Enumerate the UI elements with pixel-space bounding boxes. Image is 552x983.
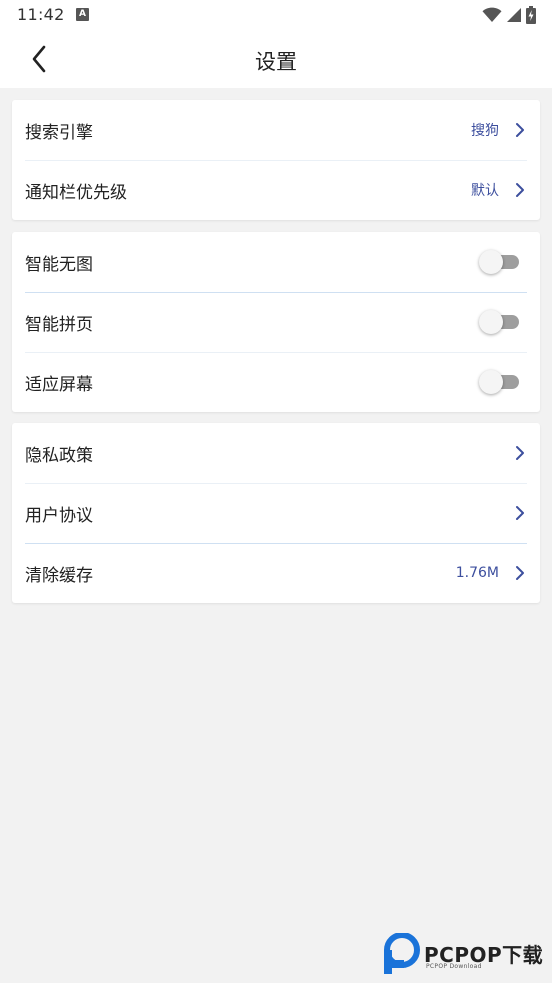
wifi-icon xyxy=(482,7,502,22)
pcpop-logo-icon xyxy=(384,933,420,974)
status-time: 11:42 xyxy=(17,5,65,24)
notification-a-icon: A xyxy=(76,8,89,21)
privacy-policy-row[interactable]: 隐私政策 xyxy=(12,423,540,483)
chevron-right-icon xyxy=(513,445,527,461)
status-bar: 11:42 A xyxy=(0,0,552,30)
smart-no-image-row: 智能无图 xyxy=(12,232,540,292)
app-bar: 设置 xyxy=(0,30,552,88)
settings-group-display: 智能无图 智能拼页 适应屏幕 xyxy=(12,232,540,412)
row-label: 适应屏幕 xyxy=(25,374,93,395)
smart-page-merge-row: 智能拼页 xyxy=(12,292,540,352)
row-value: 搜狗 xyxy=(471,123,499,139)
fit-screen-row: 适应屏幕 xyxy=(12,352,540,412)
row-label: 清除缓存 xyxy=(25,565,93,586)
row-label: 隐私政策 xyxy=(25,445,93,466)
pcpop-watermark: PCPOP下载 PCPOP Download xyxy=(382,933,550,975)
fit-screen-toggle[interactable] xyxy=(479,370,521,394)
notification-priority-row[interactable]: 通知栏优先级 默认 xyxy=(12,160,540,220)
settings-group-about: 隐私政策 用户协议 清除缓存 1.76M xyxy=(12,423,540,603)
clear-cache-row[interactable]: 清除缓存 1.76M xyxy=(12,543,540,603)
chevron-right-icon xyxy=(513,182,527,198)
settings-group-general: 搜索引擎 搜狗 通知栏优先级 默认 xyxy=(12,100,540,220)
page-title: 设置 xyxy=(255,50,297,74)
battery-charging-icon xyxy=(526,6,536,24)
search-engine-row[interactable]: 搜索引擎 搜狗 xyxy=(12,100,540,160)
row-label: 搜索引擎 xyxy=(25,122,93,143)
row-label: 用户协议 xyxy=(25,505,93,526)
chevron-right-icon xyxy=(513,122,527,138)
smart-page-merge-toggle[interactable] xyxy=(479,310,521,334)
toggle-knob xyxy=(479,310,503,334)
signal-icon xyxy=(507,8,521,22)
row-label: 智能拼页 xyxy=(25,314,93,335)
cache-size-value: 1.76M xyxy=(455,565,499,581)
chevron-right-icon xyxy=(513,565,527,581)
status-indicators xyxy=(482,6,536,24)
row-label: 通知栏优先级 xyxy=(25,182,127,203)
toggle-knob xyxy=(479,370,503,394)
user-agreement-row[interactable]: 用户协议 xyxy=(12,483,540,543)
watermark-sub: PCPOP Download xyxy=(426,963,482,970)
row-value: 默认 xyxy=(471,183,499,199)
smart-no-image-toggle[interactable] xyxy=(479,250,521,274)
row-label: 智能无图 xyxy=(25,254,93,275)
chevron-right-icon xyxy=(513,505,527,521)
toggle-knob xyxy=(479,250,503,274)
